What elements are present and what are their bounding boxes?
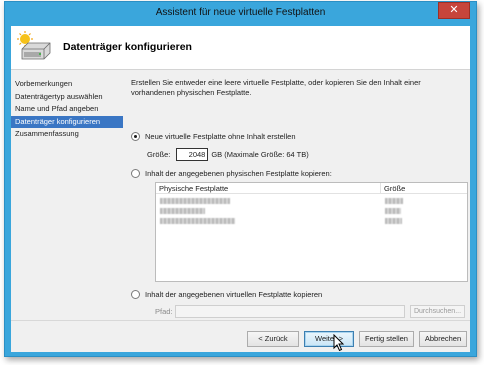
hard-disk-sun-icon bbox=[17, 31, 51, 60]
wizard-steps-nav: Vorbemerkungen Datenträgertyp auswählen … bbox=[11, 78, 123, 141]
radio-new-disk[interactable] bbox=[131, 132, 140, 141]
browse-button[interactable]: Durchsuchen... bbox=[410, 305, 465, 318]
mouse-pointer-icon bbox=[333, 334, 345, 352]
close-icon: ✕ bbox=[449, 4, 459, 16]
redacted-disk-name bbox=[160, 217, 235, 224]
window-title: Assistent für neue virtuelle Festplatten bbox=[155, 7, 326, 18]
nav-item-vorbemerkungen[interactable]: Vorbemerkungen bbox=[11, 78, 123, 91]
option-virtual-disk-label: Inhalt der angegebenen virtuellen Festpl… bbox=[145, 290, 323, 299]
table-row[interactable] bbox=[156, 196, 467, 206]
wizard-content: Erstellen Sie entweder eine leere virtue… bbox=[131, 78, 468, 318]
table-row[interactable] bbox=[156, 206, 467, 216]
table-row[interactable] bbox=[156, 216, 467, 226]
nav-item-zusammenfassung[interactable]: Zusammenfassung bbox=[11, 128, 123, 141]
finish-button[interactable]: Fertig stellen bbox=[359, 331, 414, 347]
intro-text: Erstellen Sie entweder eine leere virtue… bbox=[131, 78, 421, 97]
path-input[interactable] bbox=[175, 305, 405, 318]
redacted-disk-size bbox=[385, 207, 401, 214]
redacted-disk-name bbox=[160, 197, 230, 204]
redacted-disk-size bbox=[385, 217, 402, 224]
path-label: Pfad: bbox=[155, 307, 173, 316]
close-button[interactable]: ✕ bbox=[438, 2, 470, 19]
button-divider bbox=[11, 320, 470, 321]
redacted-disk-size bbox=[385, 197, 403, 204]
size-unit-hint: GB (Maximale Größe: 64 TB) bbox=[211, 150, 309, 159]
wizard-header: Datenträger konfigurieren bbox=[11, 26, 470, 70]
path-row: Pfad: Durchsuchen... bbox=[155, 305, 465, 318]
nav-item-datentraegertyp[interactable]: Datenträgertyp auswählen bbox=[11, 91, 123, 104]
option-new-disk[interactable]: Neue virtuelle Festplatte ohne Inhalt er… bbox=[131, 132, 296, 141]
physical-disk-table[interactable]: Physische Festplatte Größe bbox=[155, 182, 468, 282]
cancel-button[interactable]: Abbrechen bbox=[419, 331, 467, 347]
page-title: Datenträger konfigurieren bbox=[63, 41, 192, 53]
nav-item-name-pfad[interactable]: Name und Pfad angeben bbox=[11, 103, 123, 116]
option-new-disk-label: Neue virtuelle Festplatte ohne Inhalt er… bbox=[145, 132, 296, 141]
title-bar[interactable]: Assistent für neue virtuelle Festplatten… bbox=[5, 2, 476, 26]
nav-item-datentraeger-konfigurieren[interactable]: Datenträger konfigurieren bbox=[11, 115, 123, 128]
radio-virtual-disk[interactable] bbox=[131, 290, 140, 299]
next-button[interactable]: Weiter > bbox=[304, 331, 354, 347]
size-row: Größe: 2048 GB (Maximale Größe: 64 TB) bbox=[147, 148, 309, 161]
column-header-disk[interactable]: Physische Festplatte bbox=[156, 183, 381, 193]
option-physical-disk[interactable]: Inhalt der angegebenen physischen Festpl… bbox=[131, 169, 332, 178]
wizard-client-area: Datenträger konfigurieren Vorbemerkungen… bbox=[11, 26, 470, 352]
redacted-disk-name bbox=[160, 207, 205, 214]
radio-physical-disk[interactable] bbox=[131, 169, 140, 178]
size-label: Größe: bbox=[147, 150, 171, 159]
back-button[interactable]: < Zurück bbox=[247, 331, 299, 347]
option-physical-disk-label: Inhalt der angegebenen physischen Festpl… bbox=[145, 169, 332, 178]
option-virtual-disk[interactable]: Inhalt der angegebenen virtuellen Festpl… bbox=[131, 290, 322, 299]
column-header-size[interactable]: Größe bbox=[381, 183, 405, 193]
table-header: Physische Festplatte Größe bbox=[156, 183, 467, 194]
wizard-window: Assistent für neue virtuelle Festplatten… bbox=[4, 1, 477, 357]
size-input[interactable]: 2048 bbox=[176, 148, 209, 161]
